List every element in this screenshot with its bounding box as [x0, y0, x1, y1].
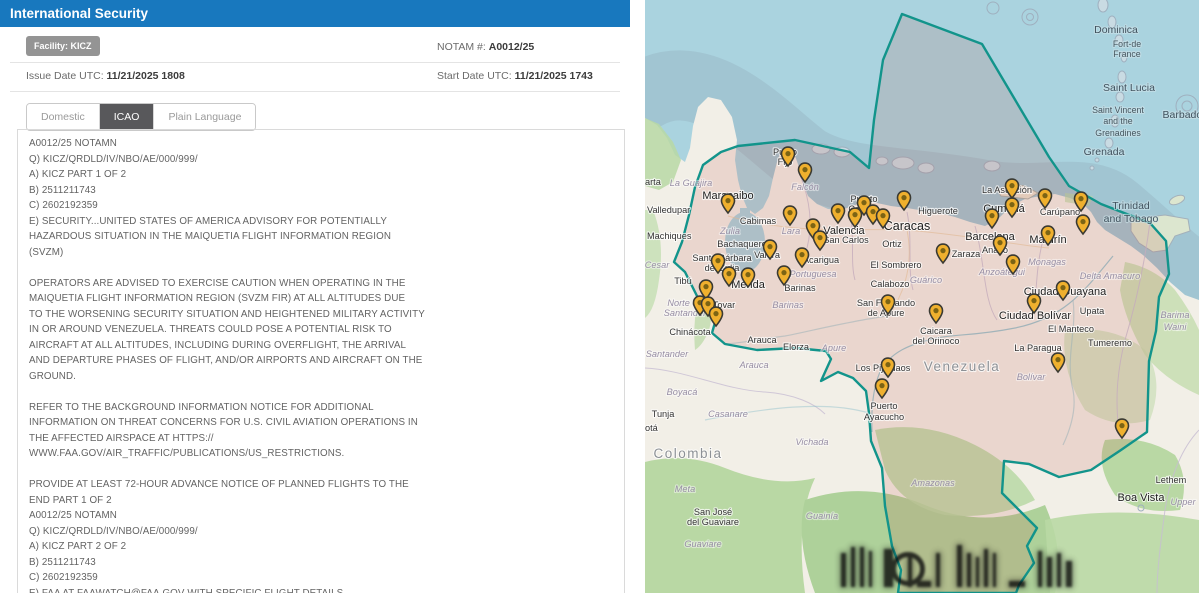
- map-label: Boyacá: [667, 387, 698, 397]
- divider: [10, 62, 620, 63]
- map-label: Bachaquero: [717, 239, 767, 249]
- map-label: Meta: [675, 484, 695, 494]
- map-label: Barcelona: [965, 231, 1015, 243]
- map-label: Cesar: [645, 260, 670, 270]
- map-label: Higuerote: [918, 206, 958, 216]
- tab-domestic[interactable]: Domestic: [27, 104, 99, 130]
- map-label: Vichada: [795, 437, 828, 447]
- map-label: Barinas: [784, 283, 816, 293]
- map-label: Cabimas: [740, 216, 777, 226]
- map-label: del Orinoco: [913, 336, 960, 346]
- map-label: Barinas: [772, 300, 804, 310]
- map-label: Zulia: [719, 226, 740, 236]
- map-label: Tumeremo: [1088, 338, 1132, 348]
- notam-number-value: A0012/25: [489, 41, 535, 53]
- map-label: Amazonas: [910, 478, 955, 488]
- map-label: Delta Amacuro: [1080, 271, 1140, 281]
- map[interactable]: Dominica Fort-deFrance Saint Lucia Saint Vi…: [645, 0, 1199, 593]
- page-title: International Security: [0, 0, 630, 27]
- map-label: Barbados: [1163, 109, 1199, 121]
- map-label: Fort-de: [1113, 39, 1141, 49]
- map-label: Santander: [646, 349, 689, 359]
- issue-date: Issue Date UTC: 11/21/2025 1808: [26, 70, 185, 82]
- map-label: Saint Lucia: [1103, 82, 1155, 94]
- notam-number: NOTAM #: A0012/25: [437, 41, 534, 53]
- map-label: Portuguesa: [790, 269, 837, 279]
- map-label: Boa Vista: [1118, 492, 1166, 504]
- map-label: Machiques: [647, 231, 692, 241]
- issue-date-label: Issue Date UTC:: [26, 70, 104, 82]
- map-label: arta: [645, 177, 662, 187]
- map-label: Trinidad: [1112, 200, 1150, 212]
- map-label: Arauca: [747, 335, 777, 345]
- facility-badge: Facility: KICZ: [26, 36, 100, 56]
- map-label: El Sombrero: [870, 260, 921, 270]
- tab-icao[interactable]: ICAO: [99, 104, 154, 130]
- map-label: Lethem: [1156, 475, 1187, 485]
- map-label: otá: [645, 423, 659, 433]
- map-label: Ayacucho: [864, 412, 904, 422]
- start-date-label: Start Date UTC:: [437, 70, 512, 82]
- map-label: Guaviare: [684, 539, 721, 549]
- app-window: International Security Facility: KICZ NO…: [0, 0, 1199, 593]
- notam-text-panel[interactable]: A0012/25 NOTAMN Q) KICZ/QRDLD/IV/NBO/AE/…: [17, 129, 625, 593]
- map-label: Anzoátegui: [978, 267, 1026, 277]
- map-label: Puerto: [870, 401, 897, 411]
- map-label: Saint Vincent: [1092, 105, 1144, 115]
- map-label: Upper: [1170, 497, 1196, 507]
- map-label: Ortiz: [882, 239, 902, 249]
- map-label: Tunja: [652, 409, 676, 419]
- notam-number-label: NOTAM #:: [437, 41, 486, 53]
- map-label: Barima: [1160, 310, 1189, 320]
- map-label: Caicara: [920, 326, 953, 336]
- map-label: Chinácota: [669, 327, 711, 337]
- map-label: El Manteco: [1048, 324, 1094, 334]
- map-label: Falcón: [791, 182, 819, 192]
- map-label: Elorza: [783, 342, 810, 352]
- map-label: Waini: [1164, 322, 1188, 332]
- divider: [10, 91, 620, 92]
- map-label: Valledupar: [647, 205, 690, 215]
- map-label: La Paragua: [1014, 343, 1062, 353]
- map-label: Valencia: [823, 225, 865, 237]
- map-label: Colombia: [653, 446, 722, 461]
- notam-panel-region: International Security Facility: KICZ NO…: [0, 0, 630, 593]
- map-label: Arauca: [738, 360, 768, 370]
- map-label: La Guajira: [670, 178, 712, 188]
- map-label: Bolívar: [1017, 372, 1047, 382]
- map-label: Lara: [782, 226, 800, 236]
- map-label: Caracas: [884, 219, 931, 233]
- map-label: Guárico: [910, 275, 942, 285]
- map-label: del Guaviare: [687, 517, 739, 527]
- tab-plain-language[interactable]: Plain Language: [153, 104, 255, 130]
- map-label: Monagas: [1028, 257, 1066, 267]
- map-label: France: [1113, 49, 1140, 59]
- map-label: Dominica: [1094, 24, 1138, 36]
- map-label: Venezuela: [924, 359, 1001, 374]
- notam-text: A0012/25 NOTAMN Q) KICZ/QRDLD/IV/NBO/AE/…: [29, 136, 612, 593]
- facility-value: KICZ: [71, 41, 92, 51]
- map-label: Guainía: [806, 511, 838, 521]
- map-label: San José: [694, 507, 732, 517]
- map-label: Carúpano: [1040, 207, 1080, 217]
- facility-label: Facility:: [34, 41, 68, 51]
- map-label: Tibú: [674, 276, 692, 286]
- map-label: and the: [1103, 116, 1132, 126]
- map-label: Calabozo: [871, 279, 910, 289]
- format-tabs: DomesticICAOPlain Language: [26, 103, 256, 131]
- issue-date-value: 11/21/2025 1808: [107, 70, 185, 82]
- start-date: Start Date UTC: 11/21/2025 1743: [437, 70, 593, 82]
- start-date-value: 11/21/2025 1743: [515, 70, 593, 82]
- map-label: and Tobago: [1104, 213, 1159, 225]
- map-label: Grenadines: [1095, 128, 1141, 138]
- map-label: Upata: [1080, 306, 1105, 316]
- map-label: Zaraza: [952, 249, 981, 259]
- map-label: Apure: [821, 343, 847, 353]
- map-label: Grenada: [1084, 146, 1125, 158]
- map-label: Casanare: [708, 409, 748, 419]
